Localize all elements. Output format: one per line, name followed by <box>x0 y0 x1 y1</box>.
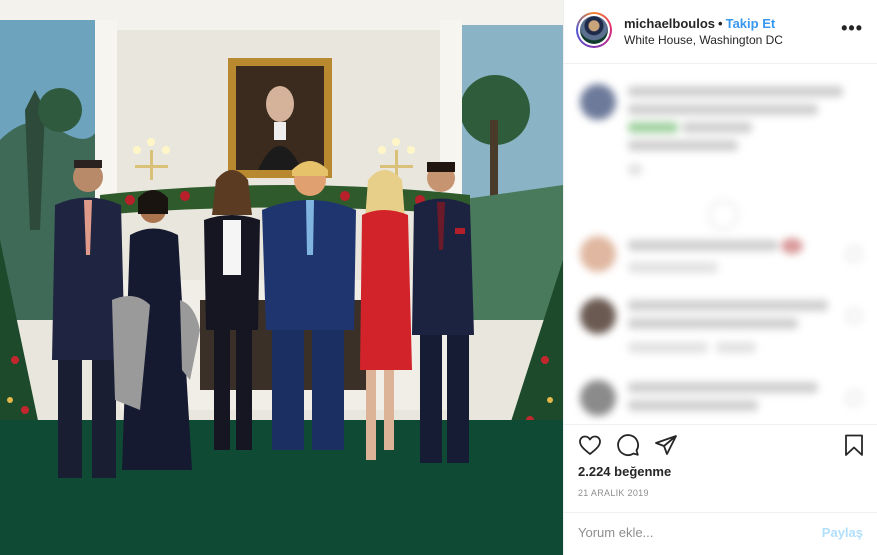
like-heart-icon[interactable] <box>578 433 602 457</box>
comment-text <box>628 400 758 411</box>
comment-avatar <box>580 298 616 334</box>
avatar-image <box>580 16 608 44</box>
comment-text <box>628 318 798 329</box>
comment-text <box>628 164 642 175</box>
comment-avatar <box>580 380 616 416</box>
post-photo-illustration <box>0 0 563 555</box>
comment-like-icon <box>846 308 862 324</box>
post-comment-button[interactable]: Paylaş <box>822 525 863 540</box>
comment-text <box>628 262 718 273</box>
post-actions: 2.224 beğenme 21 ARALIK 2019 <box>564 424 877 512</box>
comment-text <box>628 240 778 251</box>
comments-list <box>564 64 877 424</box>
comment-like-icon <box>846 390 862 406</box>
post-header: michaelboulos • Takip Et White House, Wash… <box>564 0 877 64</box>
user-line: michaelboulos • Takip Et <box>624 16 775 31</box>
post-side-panel: michaelboulos • Takip Et White House, Wash… <box>563 0 877 555</box>
comment-text <box>682 122 752 133</box>
comment-input[interactable] <box>578 525 808 540</box>
save-bookmark-icon[interactable] <box>842 433 866 457</box>
comment-text <box>781 238 803 254</box>
comment-text <box>628 140 738 151</box>
post-photo[interactable] <box>0 0 563 555</box>
comment-like-icon <box>846 246 862 262</box>
comment-text <box>628 300 828 311</box>
separator-dot: • <box>718 16 723 31</box>
post-date: 21 ARALIK 2019 <box>578 488 649 498</box>
username-link[interactable]: michaelboulos <box>624 16 715 31</box>
follow-button[interactable]: Takip Et <box>726 16 776 31</box>
comment-text <box>628 382 818 393</box>
comment-bubble-icon[interactable] <box>616 433 640 457</box>
comment-text <box>628 104 818 115</box>
comment-avatar <box>580 236 616 272</box>
likes-count[interactable]: 2.224 beğenme <box>578 464 671 479</box>
location-link[interactable]: White House, Washington DC <box>624 33 783 47</box>
comment-like-icon <box>708 200 738 230</box>
comment-avatar <box>580 84 616 120</box>
add-comment-bar: Paylaş <box>564 512 877 555</box>
share-paper-plane-icon[interactable] <box>654 433 678 457</box>
comment-text <box>716 342 756 353</box>
avatar[interactable] <box>576 12 612 48</box>
comment-text <box>628 342 708 353</box>
instagram-post: michaelboulos • Takip Et White House, Wash… <box>0 0 877 555</box>
comment-text <box>628 86 843 97</box>
comment-text <box>628 122 678 133</box>
more-options-icon[interactable]: ••• <box>841 18 863 39</box>
